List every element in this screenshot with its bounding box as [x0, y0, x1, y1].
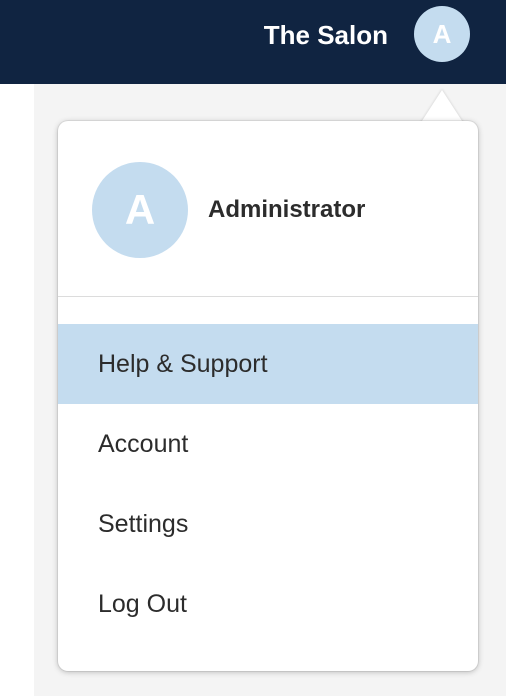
profile-avatar: A	[92, 162, 188, 258]
menu-item-account[interactable]: Account	[58, 404, 478, 484]
menu-divider	[58, 296, 478, 297]
menu-item-settings[interactable]: Settings	[58, 484, 478, 564]
menu-item-help-support[interactable]: Help & Support	[58, 324, 478, 404]
salon-name[interactable]: The Salon	[264, 19, 388, 51]
user-dropdown-menu: A Administrator Help & Support Account S…	[58, 121, 478, 671]
menu-items: Help & Support Account Settings Log Out	[58, 324, 478, 644]
profile-section: A Administrator	[58, 121, 478, 297]
menu-item-log-out[interactable]: Log Out	[58, 564, 478, 644]
user-avatar-button[interactable]: A	[414, 6, 470, 62]
top-bar: The Salon A	[0, 0, 506, 84]
profile-name: Administrator	[208, 196, 366, 223]
dropdown-caret	[420, 90, 464, 124]
